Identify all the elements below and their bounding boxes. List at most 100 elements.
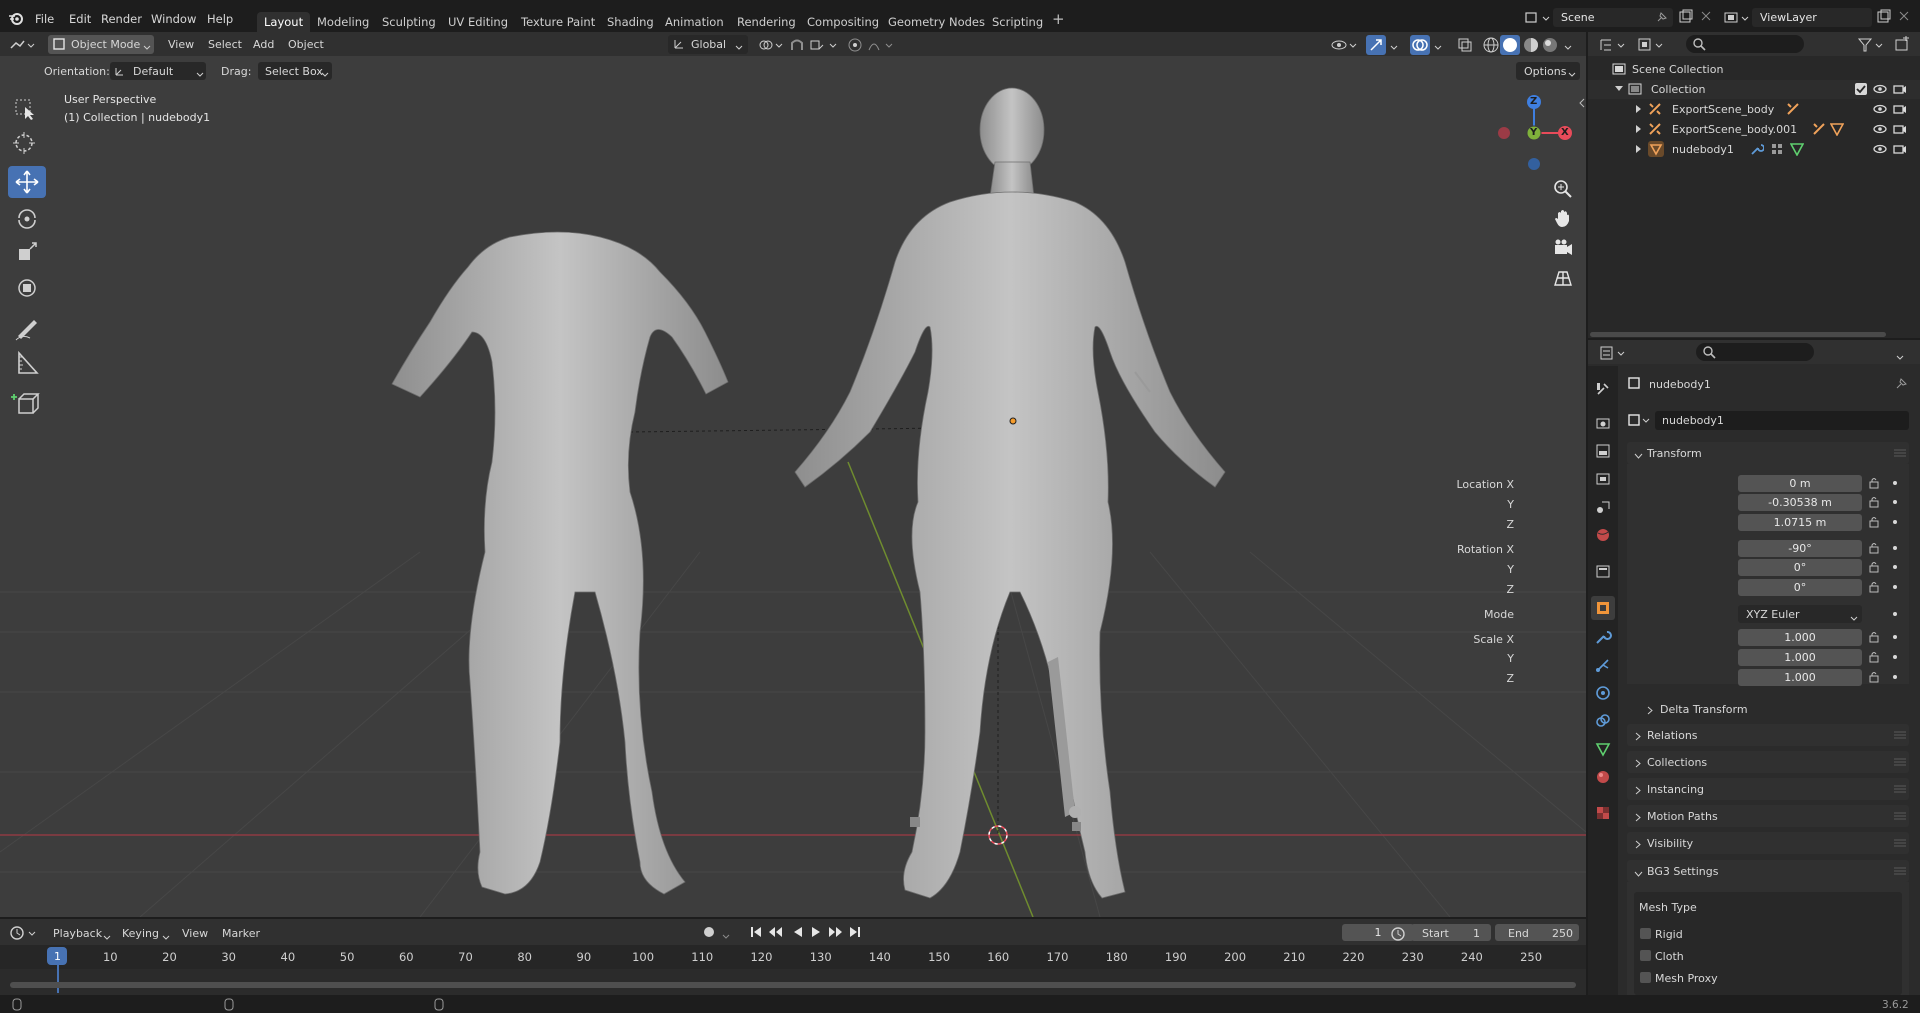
move-tool[interactable] (8, 166, 46, 198)
lock-icon[interactable] (1868, 581, 1880, 596)
visibility-eye-icon[interactable] (1873, 83, 1887, 98)
properties-editor-type-icon[interactable] (1598, 344, 1628, 362)
keyframe-dot-icon[interactable] (1893, 520, 1897, 524)
snap-toggle-icon[interactable] (788, 36, 806, 54)
render-camera-icon[interactable] (1893, 143, 1907, 158)
timeline-menu-playback[interactable]: Playback (53, 927, 102, 940)
keyframe-dot-icon[interactable] (1893, 585, 1897, 589)
filter-icon[interactable] (1856, 36, 1886, 54)
object-datablock-icon[interactable] (1627, 412, 1653, 429)
drag-handle-icon[interactable] (1894, 811, 1906, 824)
outliner-editor-type-icon[interactable] (1598, 36, 1628, 54)
scene-icon[interactable] (1523, 9, 1551, 27)
mesh-proxy-checkbox[interactable] (1640, 972, 1651, 983)
timeline-editor-type-icon[interactable] (8, 924, 38, 942)
rendered-shading-icon[interactable] (1541, 36, 1559, 54)
chevron-down-icon[interactable] (1434, 41, 1442, 54)
world-tab-icon[interactable] (1594, 526, 1612, 547)
viewport-menu-add[interactable]: Add (253, 38, 274, 51)
zoom-icon[interactable] (1552, 178, 1574, 200)
editor-type-icon[interactable] (8, 36, 36, 54)
drag-handle-icon[interactable] (1894, 730, 1906, 743)
rigid-checkbox[interactable] (1640, 928, 1651, 939)
expand-item-icon[interactable] (1634, 144, 1644, 157)
keyframe-dot-icon[interactable] (1893, 635, 1897, 639)
constraints-tab-icon[interactable] (1594, 712, 1612, 733)
tab-compositing[interactable]: Compositing (800, 12, 886, 32)
expand-item-icon[interactable] (1634, 104, 1644, 117)
tab-rendering[interactable]: Rendering (730, 12, 803, 32)
drag-handle-icon[interactable] (1894, 784, 1906, 797)
viewport-3d[interactable] (0, 32, 1586, 917)
add-workspace-button[interactable]: + (1052, 10, 1065, 28)
expand-item-icon[interactable] (1634, 124, 1644, 137)
transform-tool[interactable] (8, 272, 46, 304)
chevron-down-icon[interactable] (722, 930, 730, 943)
tab-animation[interactable]: Animation (658, 12, 731, 32)
drag-handle-icon[interactable] (1894, 838, 1906, 851)
select-box-tool[interactable] (8, 92, 40, 124)
tab-modeling[interactable]: Modeling (310, 12, 376, 32)
outliner-scrollbar[interactable] (1590, 332, 1886, 337)
keyframe-dot-icon[interactable] (1893, 655, 1897, 659)
viewport-menu-select[interactable]: Select (208, 38, 242, 51)
modifiers-tab-icon[interactable] (1594, 628, 1612, 649)
display-mode-icon[interactable] (1636, 36, 1666, 54)
rotation-x-field[interactable]: -90° (1738, 540, 1862, 557)
output-tab-icon[interactable] (1594, 442, 1612, 463)
location-x-field[interactable]: 0 m (1738, 475, 1862, 492)
keyframe-dot-icon[interactable] (1893, 500, 1897, 504)
tab-scripting[interactable]: Scripting (985, 12, 1050, 32)
scale-x-field[interactable]: 1.000 (1738, 629, 1862, 646)
snap-target-icon[interactable] (808, 36, 838, 54)
drag-handle-icon[interactable] (1894, 448, 1906, 461)
scene-tab-icon[interactable] (1594, 498, 1612, 519)
cloth-checkbox[interactable] (1640, 950, 1651, 961)
use-preview-range-icon[interactable] (1390, 925, 1406, 941)
wireframe-shading-icon[interactable] (1482, 36, 1500, 54)
annotate-tool[interactable] (8, 312, 46, 344)
location-y-field[interactable]: -0.30538 m (1738, 494, 1862, 511)
keyframe-dot-icon[interactable] (1893, 612, 1897, 616)
lock-icon[interactable] (1868, 651, 1880, 666)
data-tab-icon[interactable] (1594, 740, 1612, 761)
render-camera-icon[interactable] (1893, 123, 1907, 138)
rotate-tool[interactable] (8, 202, 46, 234)
render-camera-icon[interactable] (1893, 103, 1907, 118)
lock-icon[interactable] (1868, 496, 1880, 511)
jump-start-icon[interactable] (748, 924, 764, 940)
tab-sculpting[interactable]: Sculpting (375, 12, 443, 32)
particles-tab-icon[interactable] (1594, 656, 1612, 677)
timeline-menu-view[interactable]: View (182, 927, 208, 940)
play-reverse-icon[interactable] (790, 924, 806, 940)
location-z-field[interactable]: 1.0715 m (1738, 514, 1862, 531)
pin-scene-icon[interactable] (1656, 11, 1668, 23)
new-view-layer-icon[interactable] (1876, 9, 1892, 25)
new-collection-icon[interactable] (1893, 35, 1911, 54)
pin-icon[interactable] (1895, 376, 1909, 393)
lock-icon[interactable] (1868, 477, 1880, 492)
collapse-sidebar-icon[interactable] (1578, 98, 1586, 108)
collection-tab-icon[interactable] (1594, 562, 1612, 583)
overlays-toggle-icon[interactable] (1410, 35, 1430, 55)
scale-tool[interactable] (8, 237, 46, 269)
menu-edit[interactable]: Edit (69, 12, 91, 26)
drag-handle-icon[interactable] (1894, 866, 1906, 879)
play-icon[interactable] (808, 924, 824, 940)
tab-geometry-nodes[interactable]: Geometry Nodes (881, 12, 992, 32)
solid-shading-icon[interactable] (1500, 35, 1520, 55)
tab-texture-paint[interactable]: Texture Paint (514, 12, 602, 32)
perspective-toggle-icon[interactable] (1552, 267, 1574, 289)
cursor-tool[interactable] (8, 127, 40, 159)
pivot-point-icon[interactable] (756, 36, 784, 54)
viewport-menu-view[interactable]: View (168, 38, 194, 51)
new-scene-icon[interactable] (1678, 9, 1694, 25)
lock-icon[interactable] (1868, 561, 1880, 576)
physics-tab-icon[interactable] (1594, 684, 1612, 705)
keyframe-dot-icon[interactable] (1893, 481, 1897, 485)
chevron-down-icon[interactable] (1896, 351, 1904, 364)
material-shading-icon[interactable] (1522, 36, 1540, 54)
lock-icon[interactable] (1868, 671, 1880, 686)
visibility-eye-icon[interactable] (1873, 123, 1887, 138)
scale-y-field[interactable]: 1.000 (1738, 649, 1862, 666)
